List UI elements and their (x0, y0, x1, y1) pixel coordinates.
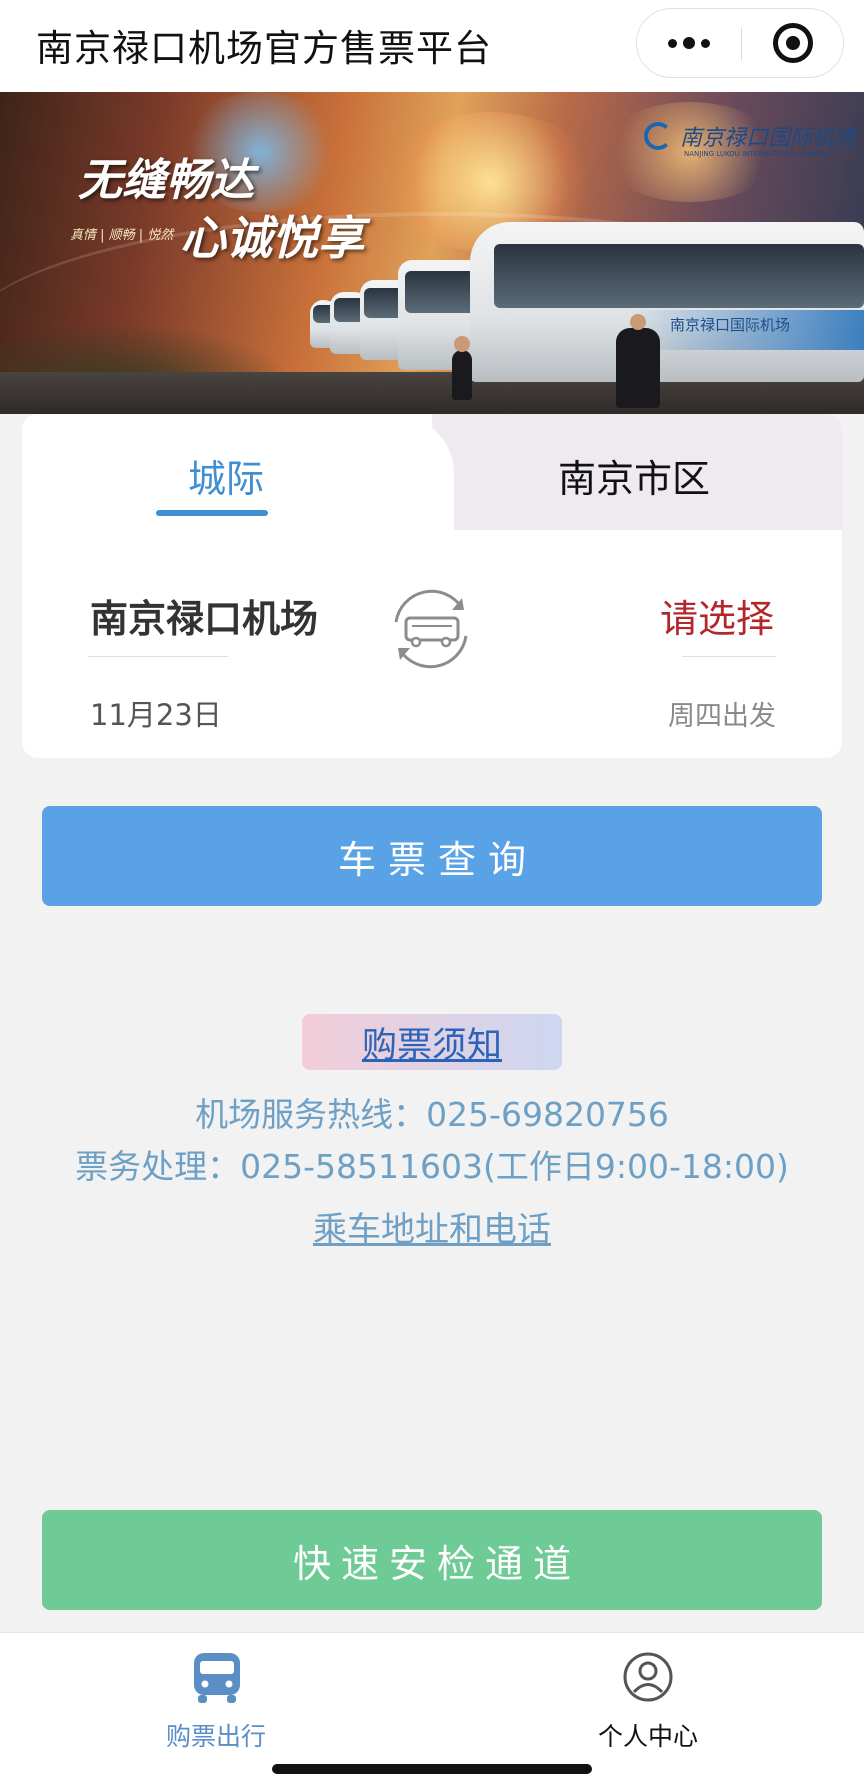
departure-weekday: 周四出发 (668, 701, 776, 732)
nav-label-tickets: 购票出行 (165, 1722, 266, 1751)
bus-image: 南京禄口国际机场 (470, 222, 864, 382)
target-close-icon (773, 23, 813, 63)
airport-logo: 南京禄口国际机场 NANJING LUKOU INTERNATIONAL AIR… (644, 120, 857, 158)
swap-bus-icon[interactable] (384, 582, 478, 676)
bus-livery-logo: 南京禄口国际机场 (670, 316, 791, 334)
app-title: 南京禄口机场官方售票平台 (36, 27, 492, 70)
airport-name-en: NANJING LUKOU INTERNATIONAL AIRPORT (684, 150, 831, 158)
more-options-button[interactable] (637, 9, 741, 77)
close-mini-program-button[interactable] (741, 9, 845, 77)
driver-figure (616, 314, 660, 408)
user-icon (623, 1652, 673, 1702)
dot-icon (668, 38, 677, 48)
departure-station[interactable]: 南京禄口机场 (90, 588, 318, 643)
tab-nanjing-city[interactable]: 南京市区 (558, 448, 710, 503)
banner-slogan-2: 心诚悦享 (180, 211, 364, 265)
tab-intercity[interactable]: 城际 (188, 448, 264, 503)
service-hotline: 机场服务热线：025-69820756 (195, 1095, 669, 1134)
departure-underline (88, 656, 228, 657)
ticket-notice-link[interactable]: 购票须知 (302, 1014, 562, 1070)
dot-icon (683, 37, 695, 49)
fast-security-button[interactable]: 快速安检通道 (42, 1510, 822, 1610)
destination-select[interactable]: 请选择 (660, 588, 774, 643)
destination-underline (682, 656, 776, 657)
banner-slogan-small: 真情 | 顺畅 | 悦然 (70, 228, 174, 243)
top-bar: 南京禄口机场官方售票平台 (0, 0, 864, 92)
mini-program-capsule (636, 8, 844, 78)
bus-icon (194, 1653, 240, 1703)
active-tab-indicator (156, 510, 268, 516)
banner-slogan-1: 无缝畅达 (78, 155, 254, 206)
ticket-service-line: 票务处理：025-58511603(工作日9:00-18:00) (75, 1147, 789, 1186)
boarding-address-link[interactable]: 乘车地址和电话 (0, 1202, 864, 1251)
nav-label-profile: 个人中心 (597, 1722, 698, 1751)
nav-item-profile[interactable]: 个人中心 (432, 1645, 864, 1755)
ticket-query-button[interactable]: 车票查询 (42, 806, 822, 906)
airport-swoosh-icon (644, 122, 672, 150)
dot-icon (701, 38, 710, 48)
driver-figure (452, 336, 472, 400)
home-indicator[interactable] (272, 1764, 592, 1774)
departure-date[interactable]: 11月23日 (90, 692, 222, 734)
airport-name: 南京禄口国际机场 (680, 126, 857, 151)
route-tabs: 城际 南京市区 (22, 414, 842, 530)
search-card: 城际 南京市区 南京禄口机场 请选择 11月23日 周四出发 (22, 414, 842, 758)
page: 南京禄口机场官方售票平台 南京禄口国际机场 无缝畅达 真情 | 顺畅 | 悦然 … (0, 0, 864, 1788)
nav-item-tickets[interactable]: 购票出行 (0, 1645, 432, 1755)
promo-banner[interactable]: 南京禄口国际机场 无缝畅达 真情 | 顺畅 | 悦然 心诚悦享 南京禄口国际机场… (0, 92, 864, 414)
